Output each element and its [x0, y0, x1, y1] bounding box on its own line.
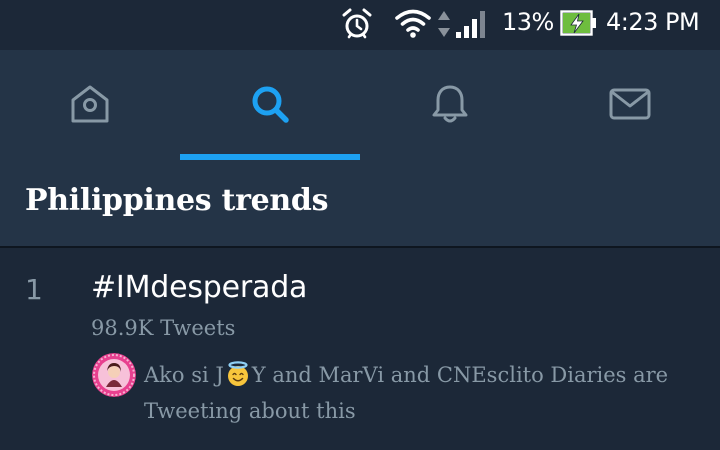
alarm-icon: [342, 8, 372, 39]
battery-charging-icon: [560, 10, 596, 36]
home-icon: [71, 85, 109, 122]
status-clock: 4:23 PM: [606, 8, 700, 36]
tab-messages[interactable]: [540, 50, 720, 160]
trend-rank: 1: [25, 273, 43, 306]
trend-context: Ako si JY and MarVi and CNEsclito Diarie…: [144, 357, 709, 429]
tab-home[interactable]: [0, 50, 180, 160]
trend-tweet-count: 98.9K Tweets: [91, 316, 236, 340]
data-updown-icon: [438, 11, 450, 37]
mail-icon: [609, 88, 651, 119]
twitter-explore-screen: 13% 4:23 PM Philippines trends 1 #IMdesp…: [0, 0, 720, 450]
bell-icon: [432, 85, 468, 122]
tab-bar: [0, 50, 720, 160]
trend-context-text-start: Ako si J: [144, 363, 224, 387]
avatar-image: [92, 353, 136, 397]
tab-search[interactable]: [180, 50, 360, 160]
signal-icon: [456, 11, 485, 38]
trend-name[interactable]: #IMdesperada: [91, 270, 307, 305]
tab-notifications[interactable]: [360, 50, 540, 160]
search-icon: [252, 86, 289, 123]
status-bar: 13% 4:23 PM: [0, 0, 720, 50]
avatar[interactable]: [92, 353, 136, 397]
smiling-face-with-halo-emoji: [227, 361, 248, 386]
wifi-icon: [395, 9, 431, 38]
battery-percentage: 13%: [502, 8, 554, 36]
section-title: Philippines trends: [25, 183, 329, 218]
